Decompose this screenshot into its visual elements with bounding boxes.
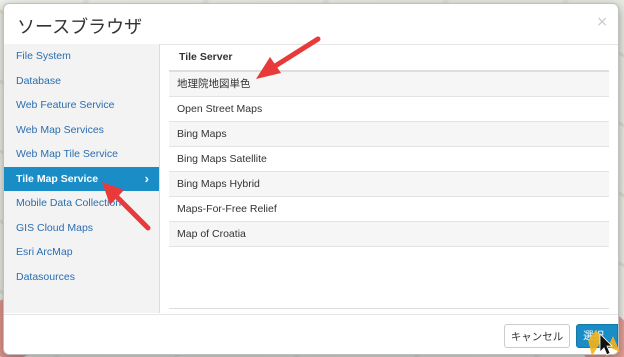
table-row[interactable]: Bing Maps Hybrid [169,172,609,197]
sidebar-item-label: Web Map Services [16,123,104,136]
sidebar-item-web-map-services[interactable]: Web Map Services [4,118,159,143]
dialog-footer: キャンセル 選択 [4,314,618,354]
sidebar-item-tile-map-service[interactable]: Tile Map Service › [4,166,159,191]
source-browser-dialog: ソースブラウザ × File System Database Web Featu… [3,3,619,355]
sidebar-item-web-map-tile-service[interactable]: Web Map Tile Service [4,142,159,167]
cancel-button[interactable]: キャンセル [504,324,570,348]
source-type-sidebar: File System Database Web Feature Service… [4,44,160,313]
sidebar-item-label: Datasources [16,270,75,283]
sidebar-item-label: Mobile Data Collection [16,197,122,209]
sidebar-item-file-system[interactable]: File System [4,44,159,69]
table-row[interactable]: Open Street Maps [169,97,609,122]
sidebar-item-datasources[interactable]: Datasources [4,265,159,290]
tile-server-table: Tile Server 地理院地図単色 Open Street Maps Bin… [169,44,609,309]
dialog-header: ソースブラウザ × [4,4,618,45]
sidebar-item-esri-arcmap[interactable]: Esri ArcMap [4,240,159,265]
table-row[interactable]: Map of Croatia [169,222,609,247]
sidebar-item-gis-cloud-maps[interactable]: GIS Cloud Maps [4,216,159,241]
dialog-title: ソースブラウザ [17,17,143,38]
sidebar-item-web-feature-service[interactable]: Web Feature Service [4,93,159,118]
sidebar-item-label: File System [16,50,71,62]
table-row[interactable]: Bing Maps Satellite [169,147,609,172]
close-icon[interactable]: × [596,14,608,30]
sidebar-item-label: Web Feature Service [16,99,115,111]
sidebar-item-mobile-data-collection[interactable]: Mobile Data Collection [4,191,159,216]
sidebar-item-label: Esri ArcMap [16,246,73,258]
chevron-right-icon: › [144,170,149,186]
sidebar-item-label: Web Map Tile Service [16,148,118,160]
sidebar-item-label: Tile Map Service [16,172,99,185]
sidebar-item-label: GIS Cloud Maps [16,221,94,234]
sidebar-item-label: Database [16,74,61,87]
column-header-tile-server: Tile Server [169,44,609,72]
table-row[interactable]: 地理院地図単色 [169,72,609,97]
select-button[interactable]: 選択 [576,324,618,348]
table-row[interactable]: Bing Maps [169,122,609,147]
sidebar-item-database[interactable]: Database [4,69,159,94]
table-bottom-divider [169,308,609,309]
table-row[interactable]: Maps-For-Free Relief [169,197,609,222]
